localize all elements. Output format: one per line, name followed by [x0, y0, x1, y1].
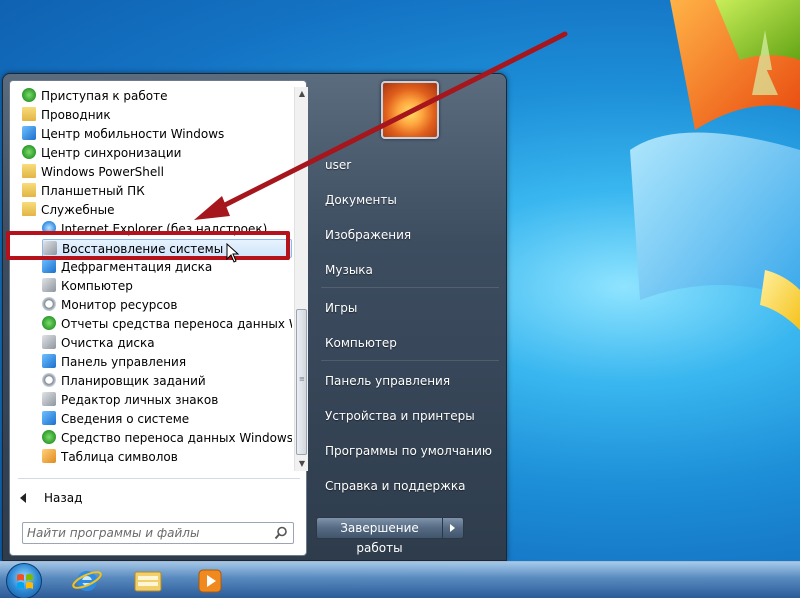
windows-flag-icon: [17, 574, 33, 589]
scroll-thumb[interactable]: ≡: [296, 309, 307, 455]
folder-icon: [134, 571, 162, 592]
windows-logo-wallpaper: [630, 0, 800, 330]
folder-icon: [22, 164, 36, 178]
sync-center-icon: [22, 145, 36, 159]
back-button[interactable]: Назад: [20, 488, 290, 508]
program-transfer-reports[interactable]: Отчеты средства переноса данных Windows: [42, 315, 292, 334]
program-getting-started[interactable]: Приступая к работе: [22, 87, 290, 106]
program-control-panel[interactable]: Панель управления: [42, 353, 292, 372]
program-computer[interactable]: Компьютер: [42, 277, 292, 296]
program-disk-cleanup[interactable]: Очистка диска: [42, 334, 292, 353]
place-default-programs[interactable]: Программы по умолчанию: [321, 438, 501, 464]
taskbar-ie-button[interactable]: [67, 564, 107, 597]
place-help-support[interactable]: Справка и поддержка: [321, 473, 501, 499]
resource-monitor-icon: [42, 297, 56, 311]
places-separator: [321, 287, 499, 288]
place-control-panel[interactable]: Панель управления: [321, 368, 501, 394]
char-map-icon: [42, 449, 56, 463]
media-player-icon: [198, 569, 222, 593]
disk-cleanup-icon: [42, 335, 56, 349]
programs-scrollbar[interactable]: ▲ ≡ ▼: [294, 87, 308, 471]
mouse-cursor-icon: [226, 243, 240, 263]
folder-icon: [22, 183, 36, 197]
ie-icon: [72, 571, 102, 591]
programs-pane: Приступая к работе Проводник Центр мобил…: [9, 80, 308, 556]
easy-transfer-icon: [42, 430, 56, 444]
defrag-icon: [42, 259, 56, 273]
mobility-center-icon: [22, 126, 36, 140]
back-arrow-icon: [20, 493, 26, 503]
place-computer[interactable]: Компьютер: [321, 330, 501, 356]
scroll-up-arrow-icon[interactable]: ▲: [295, 87, 309, 101]
folder-windows-powershell[interactable]: Windows PowerShell: [22, 163, 290, 182]
explorer-icon: [22, 107, 36, 121]
place-pictures[interactable]: Изображения: [321, 222, 501, 248]
search-box[interactable]: [22, 522, 294, 544]
control-panel-icon: [42, 354, 56, 368]
program-sync-center[interactable]: Центр синхронизации: [22, 144, 290, 163]
program-char-map[interactable]: Таблица символов: [42, 448, 292, 467]
start-button[interactable]: [6, 563, 42, 598]
transfer-reports-icon: [42, 316, 56, 330]
shutdown-button[interactable]: Завершение работы: [316, 517, 443, 555]
search-input[interactable]: [27, 525, 267, 541]
shutdown-options-button[interactable]: [443, 517, 464, 539]
scroll-down-arrow-icon[interactable]: ▼: [295, 457, 309, 471]
start-menu: Приступая к работе Проводник Центр мобил…: [2, 73, 507, 561]
folder-icon: [22, 202, 36, 216]
program-explorer[interactable]: Проводник: [22, 106, 290, 125]
user-picture[interactable]: [381, 81, 439, 139]
place-games[interactable]: Игры: [321, 295, 501, 321]
taskbar-explorer-button[interactable]: [128, 564, 168, 597]
grip-icon: ≡: [299, 375, 305, 383]
place-user[interactable]: user: [321, 152, 501, 178]
folder-tablet-pc[interactable]: Планшетный ПК: [22, 182, 290, 201]
program-easy-transfer[interactable]: Средство переноса данных Windows: [42, 429, 292, 448]
task-scheduler-icon: [42, 373, 56, 387]
search-icon[interactable]: [274, 526, 288, 540]
program-disk-defrag[interactable]: Дефрагментация диска: [42, 258, 292, 277]
folder-accessories[interactable]: Служебные: [22, 201, 290, 220]
annotation-highlight-box: [6, 231, 290, 260]
place-devices-printers[interactable]: Устройства и принтеры: [321, 403, 501, 429]
program-resource-monitor[interactable]: Монитор ресурсов: [42, 296, 292, 315]
taskbar: [0, 561, 800, 598]
pane-separator: [18, 478, 300, 479]
getting-started-icon: [22, 88, 36, 102]
char-editor-icon: [42, 392, 56, 406]
program-char-editor[interactable]: Редактор личных знаков: [42, 391, 292, 410]
chevron-right-icon: [450, 524, 455, 532]
place-music[interactable]: Музыка: [321, 257, 501, 283]
all-programs-list: Приступая к работе Проводник Центр мобил…: [10, 83, 292, 473]
place-documents[interactable]: Документы: [321, 187, 501, 213]
system-info-icon: [42, 411, 56, 425]
computer-icon: [42, 278, 56, 292]
program-task-scheduler[interactable]: Планировщик заданий: [42, 372, 292, 391]
program-system-info[interactable]: Сведения о системе: [42, 410, 292, 429]
taskbar-media-player-button[interactable]: [190, 564, 230, 597]
places-separator: [321, 360, 499, 361]
program-mobility-center[interactable]: Центр мобильности Windows: [22, 125, 290, 144]
